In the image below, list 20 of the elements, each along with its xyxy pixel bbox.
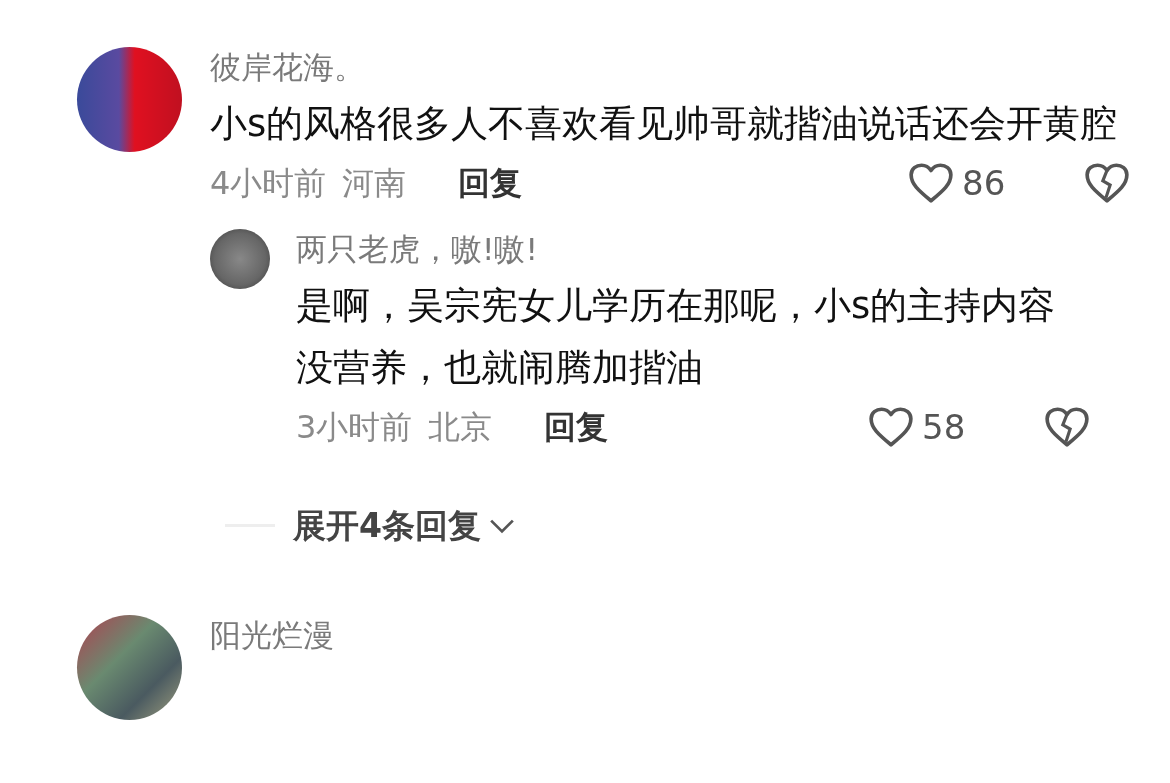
- reply-button[interactable]: 回复: [544, 405, 609, 449]
- comment-location: 河南: [342, 163, 407, 204]
- like-count: 58: [922, 406, 967, 449]
- user-name: 两只老虎，嗷!嗷!: [296, 230, 539, 269]
- user-name: 彼岸花海。: [210, 48, 366, 87]
- user-name: 阳光烂漫: [210, 615, 335, 655]
- chevron-down-icon: [488, 517, 515, 534]
- reply-button[interactable]: 回复: [458, 161, 523, 205]
- broken-heart-icon[interactable]: [1044, 406, 1090, 448]
- broken-heart-icon[interactable]: [1084, 162, 1130, 204]
- like-count: 86: [962, 162, 1007, 205]
- comment-time: 3小时前: [296, 407, 413, 448]
- comment-text: 小s的风格很多人不喜欢看见帅哥就揩油说话还会开黄腔: [210, 101, 1119, 147]
- heart-icon[interactable]: [908, 162, 954, 204]
- comment-location: 北京: [428, 407, 493, 448]
- comment-time: 4小时前: [210, 163, 327, 204]
- avatar-photo-placeholder: [210, 229, 270, 289]
- expand-replies-button[interactable]: 展开4条回复: [293, 501, 515, 551]
- comment-text: 是啊，吴宗宪女儿学历在那呢，小s的主持内容没营养，也就闹腾加揩油: [296, 283, 1057, 391]
- heart-icon[interactable]: [868, 406, 914, 448]
